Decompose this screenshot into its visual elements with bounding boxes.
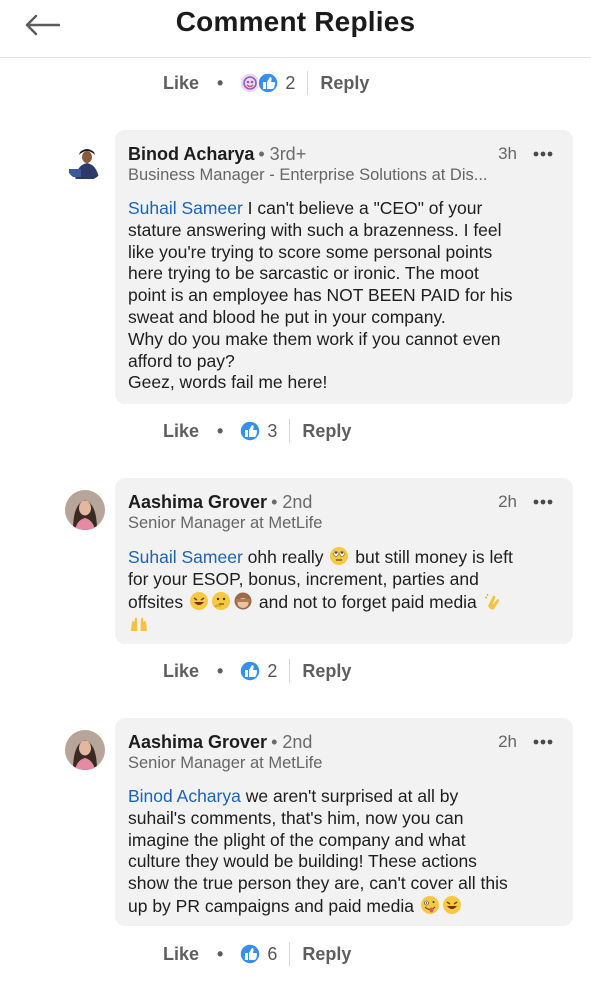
author-name[interactable]: Binod Acharya (128, 144, 254, 164)
separator-dot: • (217, 72, 224, 93)
comment-bubble: Binod Acharya • 3rd+ 3h Business Manager … (115, 130, 573, 404)
separator-dot: • (217, 420, 224, 441)
reaction-summary[interactable]: 2 (239, 72, 295, 94)
more-options-button[interactable] (529, 490, 557, 514)
author-headline: Senior Manager at MetLife (128, 514, 323, 532)
comment-bubble: Aashima Grover • 2nd 2h Senior Manager at… (115, 478, 573, 644)
separator-dot: • (217, 943, 224, 964)
divider (289, 419, 291, 443)
more-options-button[interactable] (529, 730, 557, 754)
separator-dot: • (217, 660, 224, 681)
comment-text: Suhail Sameer ohh really but still money… (128, 546, 568, 636)
eye-roll-emoji-icon (330, 547, 349, 565)
thinking-emoji-icon (212, 591, 230, 610)
text-line: imagine the plight of the company and wh… (128, 829, 466, 850)
avatar-image (65, 490, 105, 530)
comment-text: Suhail Sameer I can't believe a "CEO" of… (128, 198, 568, 394)
avatar-image (65, 141, 105, 181)
like-reaction-icon (239, 943, 262, 965)
reaction-summary[interactable]: 3 (239, 420, 277, 442)
zany-face-emoji-icon (420, 895, 439, 914)
like-button[interactable]: Like (163, 73, 199, 94)
avatar-image (65, 730, 105, 770)
text-line: suhail's comments, that's him, now you c… (128, 807, 464, 828)
author-name[interactable]: Aashima Grover (128, 732, 267, 752)
author-headline: Business Manager - Enterprise Solutions … (128, 166, 488, 184)
text-line: stature answering with such a brazenness… (128, 219, 502, 240)
text-line: culture they would be building! These ac… (128, 851, 477, 872)
more-options-button[interactable] (529, 142, 557, 166)
text-line: for your ESOP, bonus, increment, parties… (128, 568, 479, 589)
mention-link[interactable]: Suhail Sameer (128, 547, 243, 567)
like-button[interactable]: Like (163, 421, 199, 442)
text-line: Geez, words fail me here! (128, 372, 328, 393)
text-line: show the true person they are, can't cov… (128, 873, 508, 894)
rofl-emoji-icon (442, 895, 461, 914)
connection-degree: • 2nd (271, 732, 313, 752)
mention-link[interactable]: Binod Acharya (128, 786, 241, 806)
reaction-count: 3 (267, 420, 278, 441)
text-line: point is an employee has NOT BEEN PAID f… (128, 285, 513, 306)
avatar[interactable] (65, 730, 105, 770)
comment-text: Binod Acharya we aren't surprised at all… (128, 786, 568, 918)
avatar[interactable] (65, 141, 105, 181)
text-line: like you're trying to score some persona… (128, 241, 493, 262)
text-line: up by PR campaigns and paid media (128, 895, 415, 916)
reply-button[interactable]: Reply (302, 661, 351, 682)
like-reaction-icon (257, 72, 280, 94)
top-bar: Comment Replies (0, 0, 591, 58)
text-line: afford to pay? (128, 350, 235, 371)
like-button[interactable]: Like (163, 944, 199, 965)
mention-link[interactable]: Suhail Sameer (128, 198, 243, 218)
connection-degree: • 2nd (271, 492, 313, 512)
see-no-evil-monkey-emoji-icon (234, 592, 252, 610)
author-name[interactable]: Aashima Grover (128, 492, 267, 512)
reply-button[interactable]: Reply (302, 421, 351, 442)
timestamp: 3h (498, 144, 517, 163)
timestamp: 2h (498, 732, 517, 751)
divider (307, 71, 309, 95)
text-line: ohh really (242, 547, 324, 567)
comment-actions: Like • 2 Reply (163, 656, 351, 686)
comment-actions: Like • 6 Reply (163, 939, 351, 969)
text-line: but still money is left (350, 547, 513, 567)
comment-actions: Like • 2 Reply (163, 68, 369, 98)
text-line: I can't believe a "CEO" of your (242, 198, 483, 218)
comment-author-line: Binod Acharya • 3rd+ (128, 144, 306, 165)
text-line: we aren't surprised at all by (240, 786, 459, 806)
reaction-count: 2 (267, 660, 278, 681)
comment-author-line: Aashima Grover • 2nd (128, 732, 312, 753)
reaction-summary[interactable]: 2 (239, 660, 277, 682)
avatar[interactable] (65, 490, 105, 530)
more-dots-icon (533, 499, 553, 505)
divider (289, 659, 291, 683)
divider (289, 942, 291, 966)
comment-bubble: Aashima Grover • 2nd 2h Senior Manager at… (115, 718, 573, 926)
timestamp: 2h (498, 492, 517, 511)
reaction-count: 2 (285, 72, 296, 93)
like-reaction-icon (239, 660, 262, 682)
clapping-hands-emoji-icon (484, 593, 499, 610)
reaction-summary[interactable]: 6 (239, 943, 277, 965)
page-title: Comment Replies (175, 6, 416, 37)
reaction-count: 6 (267, 943, 278, 964)
comment-actions: Like • 3 Reply (163, 416, 351, 446)
more-dots-icon (533, 739, 553, 745)
more-dots-icon (533, 151, 553, 157)
raising-hands-emoji-icon (131, 617, 147, 632)
like-button[interactable]: Like (163, 661, 199, 682)
text-line: offsites (128, 591, 184, 612)
like-reaction-icon (239, 420, 262, 442)
connection-degree: • 3rd+ (258, 144, 307, 164)
rofl-emoji-icon (190, 591, 208, 610)
text-line: here trying to be sarcastic or ironic. T… (128, 263, 479, 284)
comment-author-line: Aashima Grover • 2nd (128, 492, 312, 513)
reply-button[interactable]: Reply (302, 944, 351, 965)
text-line: sweat and blood he put in your company. (128, 306, 446, 327)
author-headline: Senior Manager at MetLife (128, 754, 323, 772)
reply-button[interactable]: Reply (320, 73, 369, 94)
text-line: Why do you make them work if you cannot … (128, 328, 501, 349)
text-line: and not to forget paid media (254, 591, 477, 612)
